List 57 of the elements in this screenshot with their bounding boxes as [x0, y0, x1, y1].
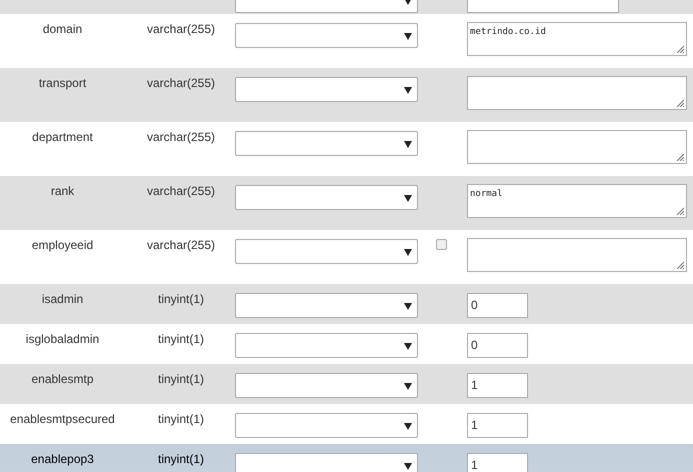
column-type: varchar(255) [146, 184, 216, 200]
resize-grip-icon[interactable] [676, 207, 684, 215]
column-name: isglobaladmin [26, 332, 100, 348]
column-type: tinyint(1) [158, 372, 204, 388]
function-dropdown[interactable] [235, 23, 418, 48]
resize-grip-icon[interactable] [676, 261, 684, 269]
caret-icon [404, 463, 412, 470]
resize-grip-icon[interactable] [676, 99, 684, 107]
column-type: tinyint(1) [158, 332, 204, 348]
caret-icon [404, 303, 412, 310]
function-dropdown[interactable] [235, 373, 418, 398]
caret-icon [404, 195, 412, 202]
function-dropdown[interactable] [235, 239, 418, 264]
column-name: enablesmtp [31, 372, 94, 388]
value-input[interactable]: 0 [467, 293, 528, 318]
column-type: tinyint(1) [158, 452, 204, 468]
caret-icon [404, 249, 412, 256]
column-name: rank [50, 184, 74, 200]
column-type: tinyint(1) [158, 292, 204, 308]
caret-icon [404, 141, 412, 148]
value-textarea[interactable] [467, 238, 687, 272]
value-textarea[interactable] [467, 76, 687, 110]
caret-icon [404, 343, 412, 350]
value-input[interactable]: 0 [467, 333, 528, 358]
function-dropdown[interactable] [235, 293, 418, 318]
value-textarea[interactable]: metrindo.co.id [467, 22, 687, 56]
caret-icon [404, 423, 412, 430]
function-dropdown[interactable] [235, 77, 418, 102]
column-name: employeeid [32, 238, 94, 254]
column-name: department [32, 130, 93, 146]
column-name: transport [38, 76, 86, 92]
column-type: varchar(255) [146, 238, 216, 254]
value-input[interactable]: 1 [467, 413, 528, 438]
caret-icon [404, 87, 412, 94]
resize-grip-icon[interactable] [676, 45, 684, 53]
function-dropdown[interactable] [235, 333, 418, 358]
column-name: enablepop3 [31, 452, 94, 468]
column-type: varchar(255) [146, 22, 216, 38]
resize-grip-icon[interactable] [676, 153, 684, 161]
column-name: domain [42, 22, 82, 38]
value-textarea[interactable] [467, 130, 687, 164]
column-name: enablesmtpsecured [10, 412, 115, 428]
value-textarea[interactable]: normal [467, 184, 687, 218]
function-dropdown[interactable] [235, 453, 418, 472]
value-input[interactable]: 1 [467, 373, 528, 398]
function-dropdown[interactable] [235, 185, 418, 210]
function-dropdown[interactable] [235, 413, 418, 438]
column-name: isadmin [42, 292, 84, 308]
caret-icon [404, 383, 412, 390]
caret-icon [404, 33, 412, 40]
column-type: varchar(255) [146, 76, 216, 92]
null-checkbox[interactable] [436, 239, 447, 250]
column-type: tinyint(1) [158, 412, 204, 428]
caret-icon [404, 0, 412, 5]
column-type: varchar(255) [146, 130, 216, 146]
value-input[interactable]: 1 [467, 453, 528, 472]
function-dropdown[interactable] [235, 131, 418, 156]
